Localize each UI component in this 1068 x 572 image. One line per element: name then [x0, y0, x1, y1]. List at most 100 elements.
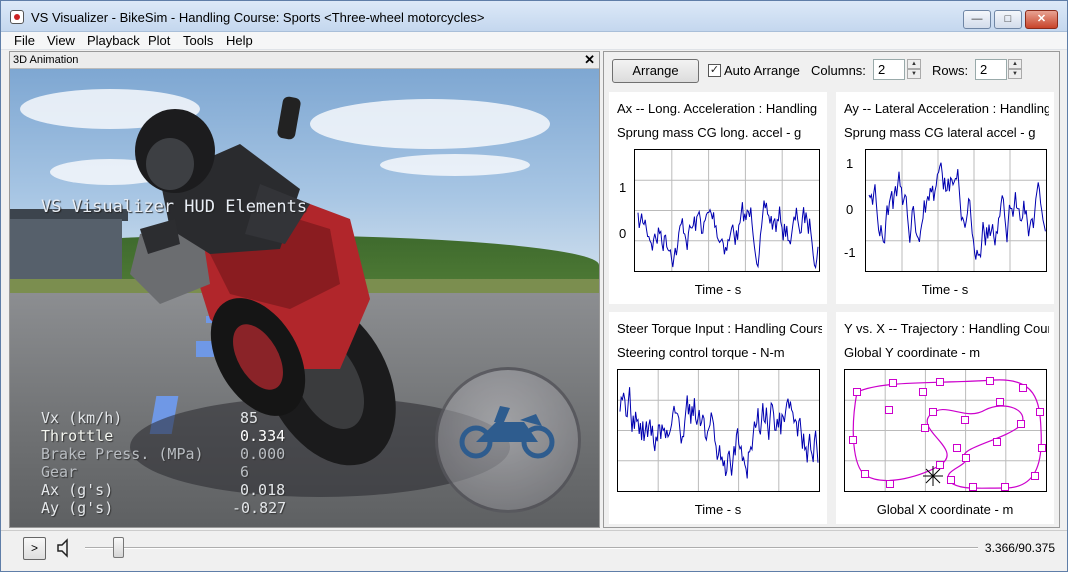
hud-label-vx: Vx (km/h): [41, 409, 123, 427]
columns-spinner[interactable]: ▲ ▼: [907, 59, 921, 80]
plot-steer-torque[interactable]: Steer Torque Input : Handling Course Ste…: [609, 312, 827, 524]
plot-subtitle: Sprung mass CG long. accel - g: [617, 125, 802, 140]
menu-tools[interactable]: Tools: [183, 33, 213, 48]
plot-ay[interactable]: Ay -- Lateral Acceleration : Handling Sp…: [836, 92, 1054, 304]
trajectory-marker: [929, 408, 937, 416]
trajectory-marker: [936, 461, 944, 469]
trajectory-path: [852, 379, 1042, 489]
plot-area: [865, 149, 1047, 272]
rows-label: Rows:: [932, 63, 969, 78]
lean-gauge: [435, 367, 581, 513]
auto-arrange-checkbox[interactable]: ✓: [708, 64, 721, 77]
timeline-thumb[interactable]: [113, 537, 125, 558]
y-tick-label: 1: [619, 180, 627, 195]
animation-pane: 3D Animation ✕ VS Visualizer HUD Element…: [9, 51, 600, 528]
plot-pane: Arrange ✓ Auto Arrange Columns: 2 ▲ ▼ Ro…: [603, 51, 1060, 528]
hud-label-ay: Ay (g's): [41, 499, 114, 517]
menu-view[interactable]: View: [47, 33, 75, 48]
y-tick-label: 1: [846, 156, 854, 171]
spin-up-icon[interactable]: ▲: [907, 59, 921, 69]
trajectory-marker: [1038, 444, 1046, 452]
trajectory-marker: [886, 480, 894, 488]
trajectory-marker: [919, 388, 927, 396]
trajectory-marker: [961, 416, 969, 424]
hud-value-vx: 85: [240, 409, 259, 427]
columns-label: Columns:: [811, 63, 866, 78]
hud-value-ax: 0.018: [240, 481, 286, 499]
play-button[interactable]: >: [23, 537, 46, 560]
data-series-line: [868, 162, 1046, 260]
menu-plot[interactable]: Plot: [148, 33, 170, 48]
ax-trace: [635, 150, 819, 271]
title-bar[interactable]: VS Visualizer - BikeSim - Handling Cours…: [1, 1, 1067, 32]
animation-title: 3D Animation: [13, 54, 79, 66]
motorcycle-icon: [459, 406, 555, 459]
x-axis-label: Time - s: [694, 282, 742, 297]
plot-title: Ay -- Lateral Acceleration : Handling: [844, 101, 1049, 116]
plot-area: [617, 369, 820, 492]
trajectory-marker: [861, 470, 869, 478]
menu-bar: File View Playback Plot Tools Help: [1, 32, 1067, 50]
trajectory-marker: [853, 388, 861, 396]
hud-value-brake: 0.000: [240, 445, 286, 463]
hud-value-ay: -0.827: [232, 499, 287, 517]
y-tick-label: 0: [619, 226, 627, 241]
animation-viewport[interactable]: VS Visualizer HUD Elements Vx (km/h) 85 …: [10, 69, 599, 527]
plot-title: Steer Torque Input : Handling Course: [617, 321, 822, 336]
trajectory-marker: [1001, 483, 1009, 491]
hud-value-gear: 6: [240, 463, 250, 481]
trajectory-marker: [889, 379, 897, 387]
x-axis-label: Global X coordinate - m: [876, 502, 1014, 517]
ay-trace: [866, 150, 1046, 271]
hud-label-gear: Gear: [41, 463, 78, 481]
arrange-button[interactable]: Arrange: [612, 59, 699, 83]
steer-torque-trace: [618, 370, 819, 491]
trajectory-marker: [1031, 472, 1039, 480]
menu-playback[interactable]: Playback: [87, 33, 140, 48]
rows-spinner[interactable]: ▲ ▼: [1008, 59, 1022, 80]
trajectory-marker: [885, 406, 893, 414]
app-icon[interactable]: [10, 10, 24, 24]
x-axis-label: Time - s: [694, 502, 742, 517]
rows-input[interactable]: 2: [975, 59, 1007, 80]
trajectory-marker: [993, 438, 1001, 446]
plot-title: Y vs. X -- Trajectory : Handling Course: [844, 321, 1049, 336]
auto-arrange-label: Auto Arrange: [724, 63, 800, 78]
plot-subtitle: Global Y coordinate - m: [844, 345, 981, 360]
speaker-icon[interactable]: [56, 537, 72, 559]
minimize-button[interactable]: —: [963, 10, 991, 29]
plot-subtitle: Steering control torque - N-m: [617, 345, 785, 360]
trajectory-marker: [962, 454, 970, 462]
animation-header: 3D Animation ✕: [10, 52, 599, 69]
spin-down-icon[interactable]: ▼: [907, 69, 921, 79]
vehicle-position-icon: [923, 466, 943, 486]
window-title: VS Visualizer - BikeSim - Handling Cours…: [31, 10, 485, 25]
trajectory-marker: [921, 424, 929, 432]
timeline-track[interactable]: [85, 547, 978, 549]
hud-label-ax: Ax (g's): [41, 481, 114, 499]
spin-down-icon[interactable]: ▼: [1008, 69, 1022, 79]
menu-file[interactable]: File: [14, 33, 35, 48]
hud-value-throttle: 0.334: [240, 427, 286, 445]
y-tick-label: -1: [844, 245, 856, 260]
menu-help[interactable]: Help: [226, 33, 253, 48]
plot-trajectory[interactable]: Y vs. X -- Trajectory : Handling Course …: [836, 312, 1054, 524]
maximize-button[interactable]: □: [994, 10, 1022, 29]
trajectory-marker: [969, 483, 977, 491]
columns-input[interactable]: 2: [873, 59, 905, 80]
trajectory-marker: [849, 436, 857, 444]
plot-title: Ax -- Long. Acceleration : Handling: [617, 101, 818, 116]
trajectory-marker: [986, 377, 994, 385]
trajectory-marker: [936, 378, 944, 386]
close-button[interactable]: ✕: [1025, 10, 1058, 29]
plot-area: [844, 369, 1047, 492]
time-readout: 3.366/90.375: [984, 541, 1055, 555]
data-series-line: [619, 387, 819, 479]
animation-close-button[interactable]: ✕: [584, 52, 595, 68]
spin-up-icon[interactable]: ▲: [1008, 59, 1022, 69]
hud-title: VS Visualizer HUD Elements: [41, 197, 308, 217]
plot-ax[interactable]: Ax -- Long. Acceleration : Handling Spru…: [609, 92, 827, 304]
trajectory-marker: [1017, 420, 1025, 428]
trajectory-trace: [845, 370, 1046, 491]
trajectory-marker: [996, 398, 1004, 406]
